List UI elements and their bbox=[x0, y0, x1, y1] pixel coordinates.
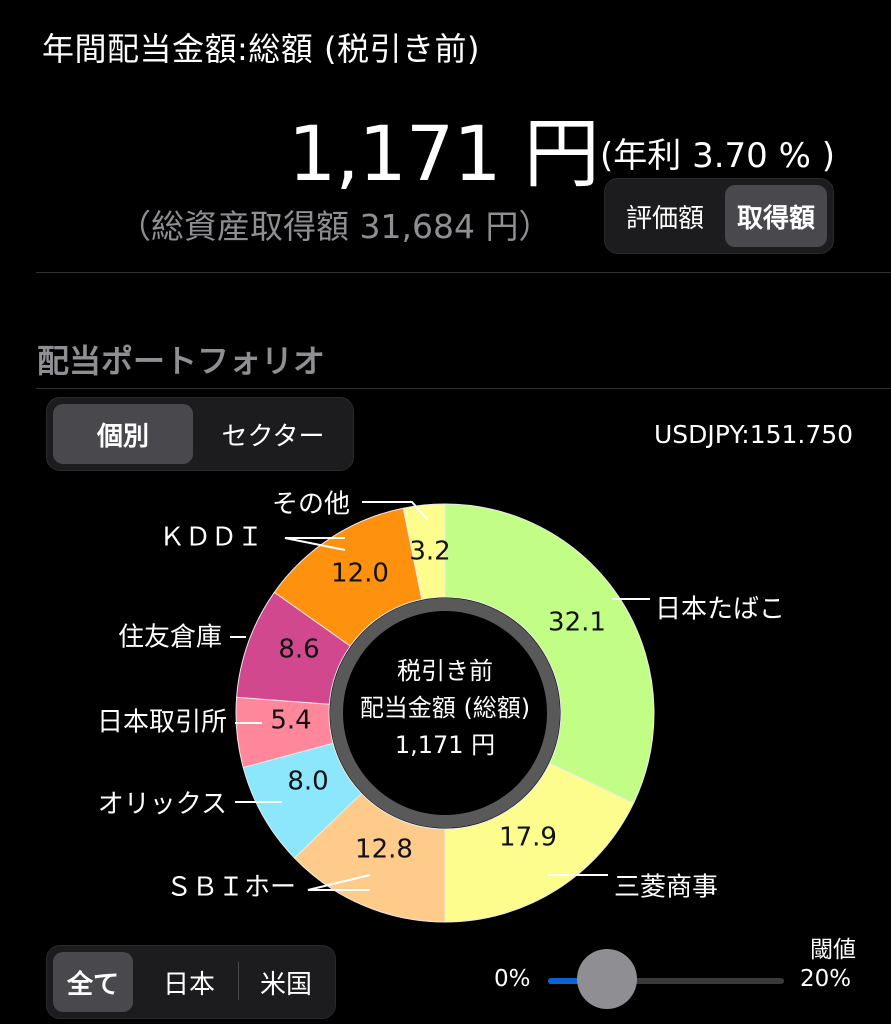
slice-value-label: 5.4 bbox=[270, 706, 311, 736]
slider-max-label: 20% bbox=[800, 966, 852, 992]
slice-name-label: 三菱商事 bbox=[614, 873, 718, 903]
slice-value-label: 12.0 bbox=[331, 559, 389, 589]
slice-value-label: 12.8 bbox=[355, 835, 413, 865]
dividend-donut-chart: 日本たばこ 32.1 三菱商事 17.9 ＳＢＩホー 12.8 オリックス 8.0 日本取引所 5… bbox=[97, 490, 785, 923]
slice-name-label: 住友倉庫 bbox=[118, 623, 222, 653]
market-option-us[interactable]: 米国 bbox=[243, 952, 329, 1012]
donut-center-label: 配当金額 (総額) bbox=[360, 694, 530, 722]
market-filter-toggle: 全て 日本 米国 bbox=[46, 945, 336, 1019]
slice-value-label: 8.0 bbox=[287, 767, 328, 797]
threshold-title: 閾値 bbox=[810, 937, 856, 963]
market-option-japan[interactable]: 日本 bbox=[141, 952, 237, 1012]
slice-name-label: ＳＢＩホー bbox=[166, 873, 296, 903]
summary-title: 年間配当金額:総額 (税引き前) bbox=[42, 30, 480, 68]
donut-center-label: 税引き前 bbox=[397, 657, 493, 685]
view-option-sector[interactable]: セクター bbox=[199, 404, 347, 464]
slice-name-label: その他 bbox=[272, 490, 350, 520]
annual-yield: (年利 3.70 % ) bbox=[600, 136, 835, 176]
threshold-slider-thumb[interactable] bbox=[577, 949, 637, 1009]
slice-name-label: 日本取引所 bbox=[97, 708, 227, 738]
slice-value-label: 32.1 bbox=[548, 608, 606, 638]
section-title: 配当ポートフォリオ bbox=[37, 342, 326, 380]
slice-name-label: ＫＤＤＩ bbox=[159, 523, 263, 553]
total-acquisition-cost: （総資産取得額 31,684 円） bbox=[118, 207, 552, 246]
fx-rate: USDJPY:151.750 bbox=[654, 420, 854, 449]
basis-option-valuation[interactable]: 評価額 bbox=[611, 185, 719, 247]
slice-value-label: 3.2 bbox=[409, 537, 450, 567]
slider-min-label: 0% bbox=[494, 966, 531, 992]
divider bbox=[36, 272, 891, 273]
view-option-individual[interactable]: 個別 bbox=[53, 404, 193, 464]
divider bbox=[36, 388, 891, 389]
valuation-basis-toggle: 評価額 取得額 bbox=[604, 178, 834, 254]
donut-center-label: 1,171 円 bbox=[395, 731, 495, 759]
total-dividend-amount: 1,171 円 bbox=[288, 109, 600, 198]
portfolio-view-toggle: 個別 セクター bbox=[46, 397, 354, 471]
slice-name-label: オリックス bbox=[98, 790, 227, 820]
market-option-all[interactable]: 全て bbox=[53, 952, 133, 1012]
slice-name-label: 日本たばこ bbox=[655, 595, 785, 625]
basis-option-acquisition[interactable]: 取得額 bbox=[725, 185, 827, 247]
slice-value-label: 8.6 bbox=[278, 635, 319, 665]
slice-value-label: 17.9 bbox=[499, 823, 557, 853]
toggle-separator bbox=[238, 962, 239, 1000]
